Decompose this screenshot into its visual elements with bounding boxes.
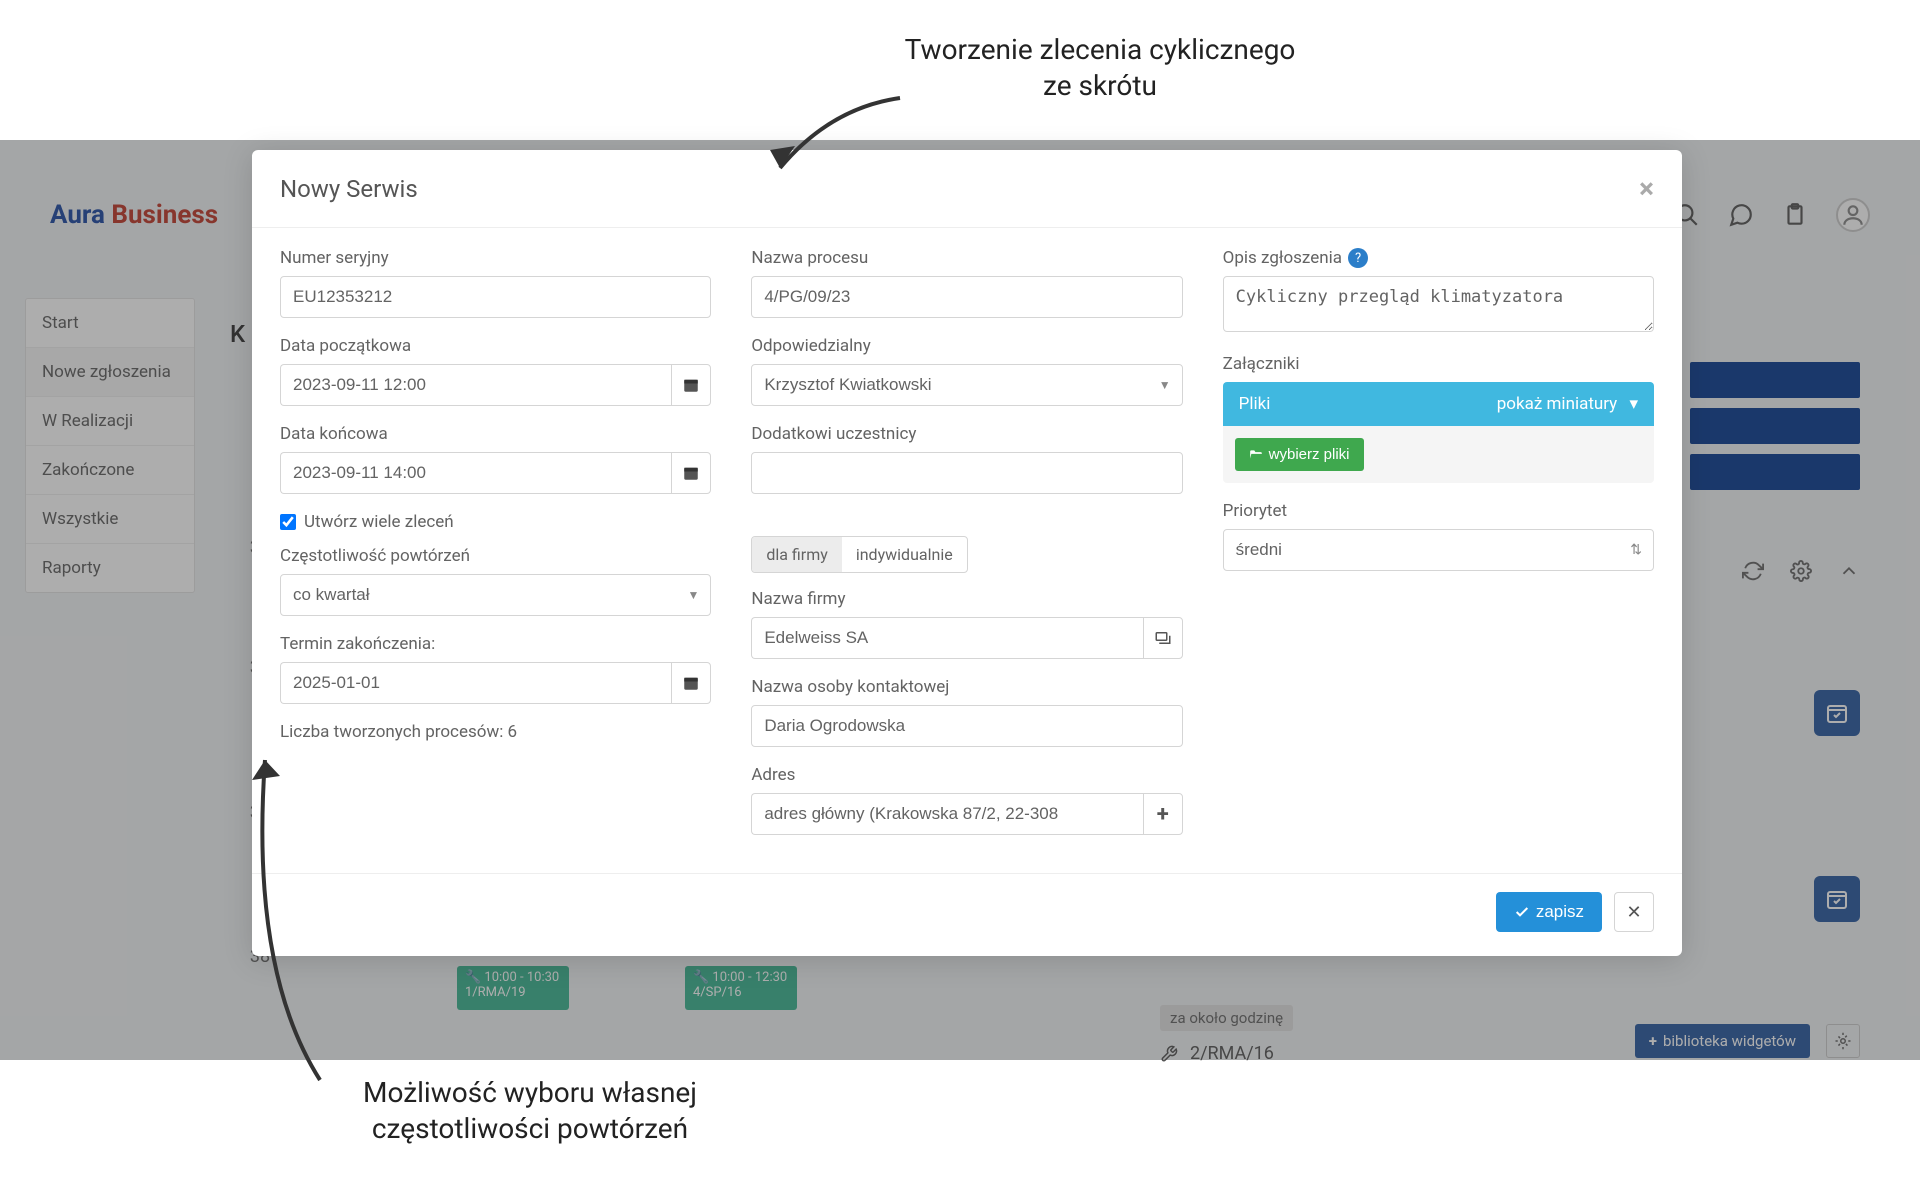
multi-checkbox-row[interactable]: Utwórz wiele zleceń [280,512,711,532]
annotation-top: Tworzenie zlecenia cyklicznego ze skrótu [900,32,1300,105]
modal-body: Numer seryjny Data początkowa Data końco… [252,228,1682,863]
proc-input[interactable] [751,276,1182,318]
addr-input[interactable] [751,793,1142,835]
multi-checkbox[interactable] [280,514,296,530]
desc-textarea[interactable] [1223,276,1654,332]
choose-files-button[interactable]: wybierz pliki [1235,438,1364,471]
start-date-label: Data początkowa [280,336,711,356]
prio-select[interactable] [1223,529,1654,571]
end-date-label: Data końcowa [280,424,711,444]
term-label: Termin zakończenia: [280,634,711,654]
end-date-input[interactable] [280,452,671,494]
tab-individual[interactable]: indywidualnie [842,537,967,572]
company-picker-icon[interactable] [1143,617,1183,659]
attach-label: Załączniki [1223,354,1654,374]
proc-label: Nazwa procesu [751,248,1182,268]
calendar-icon[interactable] [671,364,711,406]
process-count-text: Liczba tworzonych procesów: 6 [280,722,711,742]
start-date-input[interactable] [280,364,671,406]
serial-input[interactable] [280,276,711,318]
calendar-icon[interactable] [671,452,711,494]
resp-select[interactable] [751,364,1182,406]
contact-label: Nazwa osoby kontaktowej [751,677,1182,697]
desc-label: Opis zgłoszenia ? [1223,248,1654,268]
modal-title: Nowy Serwis [280,175,418,203]
calendar-icon[interactable] [671,662,711,704]
modal-footer: zapisz ✕ [252,873,1682,956]
company-label: Nazwa firmy [751,589,1182,609]
resp-label: Odpowiedzialny [751,336,1182,356]
save-button[interactable]: zapisz [1496,892,1602,932]
thumb-toggle[interactable]: pokaż miniatury ▾ [1497,394,1638,414]
multi-label: Utwórz wiele zleceń [304,512,454,532]
extra-input[interactable] [751,452,1182,494]
help-icon[interactable]: ? [1348,248,1368,268]
modal-new-service: Nowy Serwis × Numer seryjny Data początk… [252,150,1682,956]
company-input[interactable] [751,617,1142,659]
close-button[interactable]: × [1639,172,1654,205]
term-input[interactable] [280,662,671,704]
col-middle: Nazwa procesu Odpowiedzialny ▼ Dodatkowi… [751,248,1182,853]
freq-label: Częstotliwość powtórzeń [280,546,711,566]
modal-header: Nowy Serwis × [252,150,1682,228]
annotation-bottom: Możliwość wyboru własnej częstotliwości … [290,1075,770,1148]
check-icon [1514,904,1530,920]
tab-for-company[interactable]: dla firmy [752,537,841,572]
add-address-button[interactable]: + [1143,793,1183,835]
attach-body: wybierz pliki [1223,426,1654,483]
addr-label: Adres [751,765,1182,785]
folder-open-icon [1249,448,1263,462]
cancel-button[interactable]: ✕ [1614,892,1654,932]
serial-label: Numer seryjny [280,248,711,268]
attach-header[interactable]: Pliki pokaż miniatury ▾ [1223,382,1654,426]
extra-label: Dodatkowi uczestnicy [751,424,1182,444]
col-right: Opis zgłoszenia ? Załączniki Pliki pokaż… [1223,248,1654,853]
files-label: Pliki [1239,394,1271,414]
chevron-down-icon: ▾ [1629,394,1638,414]
freq-select[interactable] [280,574,711,616]
client-type-tabs: dla firmy indywidualnie [751,536,967,573]
prio-label: Priorytet [1223,501,1654,521]
col-left: Numer seryjny Data początkowa Data końco… [280,248,711,853]
contact-input[interactable] [751,705,1182,747]
